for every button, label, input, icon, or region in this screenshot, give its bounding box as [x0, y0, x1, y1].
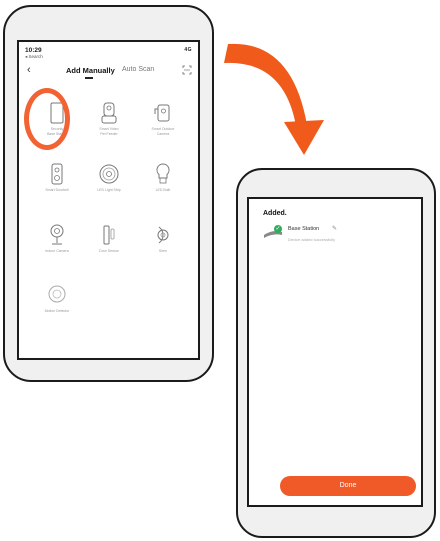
device-label: LED Bulb [155, 188, 171, 192]
door-sensor-icon [103, 225, 115, 245]
device-pet-feeder[interactable]: Smart Video Pet Feeder [86, 98, 132, 144]
signal-indicator: 4G [184, 47, 192, 53]
device-added-screen: Added. ✓ Base Station ✎ Device added suc… [247, 197, 423, 507]
active-tab-indicator [85, 77, 93, 79]
device-siren[interactable]: Siren [140, 220, 186, 266]
status-back-link[interactable]: ◂ Search [25, 54, 43, 60]
motion-detector-icon [48, 285, 66, 303]
pencil-icon[interactable]: ✎ [332, 225, 337, 232]
device-label: Siren [158, 249, 168, 253]
device-light-strip[interactable]: LED Light Strip [86, 159, 132, 205]
outdoor-camera-icon [154, 104, 170, 122]
curved-arrow-icon [224, 43, 324, 155]
device-doorbell[interactable]: Smart Doorbell [34, 159, 80, 205]
added-device-row: ✓ Base Station ✎ Device added successful… [263, 225, 413, 249]
bulb-icon [156, 163, 170, 184]
device-label: Smart Video Pet Feeder [99, 127, 119, 136]
device-label: Door Sensor [99, 249, 119, 253]
done-button[interactable]: Done [280, 476, 416, 496]
device-label: Smart Doorbell [45, 188, 69, 192]
device-door-sensor[interactable]: Door Sensor [86, 220, 132, 266]
tab-add-manually[interactable]: Add Manually [66, 66, 115, 75]
status-bar: 10:29 ◂ Search 4G [25, 47, 192, 60]
device-bulb[interactable]: LED Bulb [140, 159, 186, 205]
device-outdoor-camera[interactable]: Smart Outdoor Camera [140, 98, 186, 144]
scan-icon[interactable] [182, 65, 192, 75]
tab-auto-scan[interactable]: Auto Scan [122, 66, 154, 73]
pet-feeder-icon [101, 102, 117, 124]
device-motion-detector[interactable]: Motion Detector [34, 280, 80, 326]
nav-bar: ‹ Add Manually Auto Scan [19, 64, 198, 79]
siren-icon [157, 226, 169, 244]
phone-left: 10:29 ◂ Search 4G ‹ Add Manually Auto Sc… [3, 5, 214, 382]
chevron-left-icon[interactable]: ‹ [27, 64, 31, 76]
phone-right: Added. ✓ Base Station ✎ Device added suc… [236, 168, 436, 538]
device-label: Smart Outdoor Camera [151, 127, 175, 136]
device-name: Base Station [288, 226, 320, 232]
indoor-camera-icon [50, 224, 64, 245]
page-title: Added. [263, 210, 287, 217]
doorbell-icon [51, 163, 63, 185]
check-icon: ✓ [274, 225, 282, 233]
device-label: LED Light Strip [97, 188, 121, 192]
device-status: Device added successfully [288, 237, 336, 242]
highlight-circle [24, 88, 70, 150]
device-label: Motion Detector [44, 309, 70, 313]
status-time: 10:29 [25, 47, 42, 54]
device-label: Indoor Camera [45, 249, 69, 253]
light-strip-icon [99, 164, 119, 184]
device-indoor-camera[interactable]: Indoor Camera [34, 220, 80, 266]
